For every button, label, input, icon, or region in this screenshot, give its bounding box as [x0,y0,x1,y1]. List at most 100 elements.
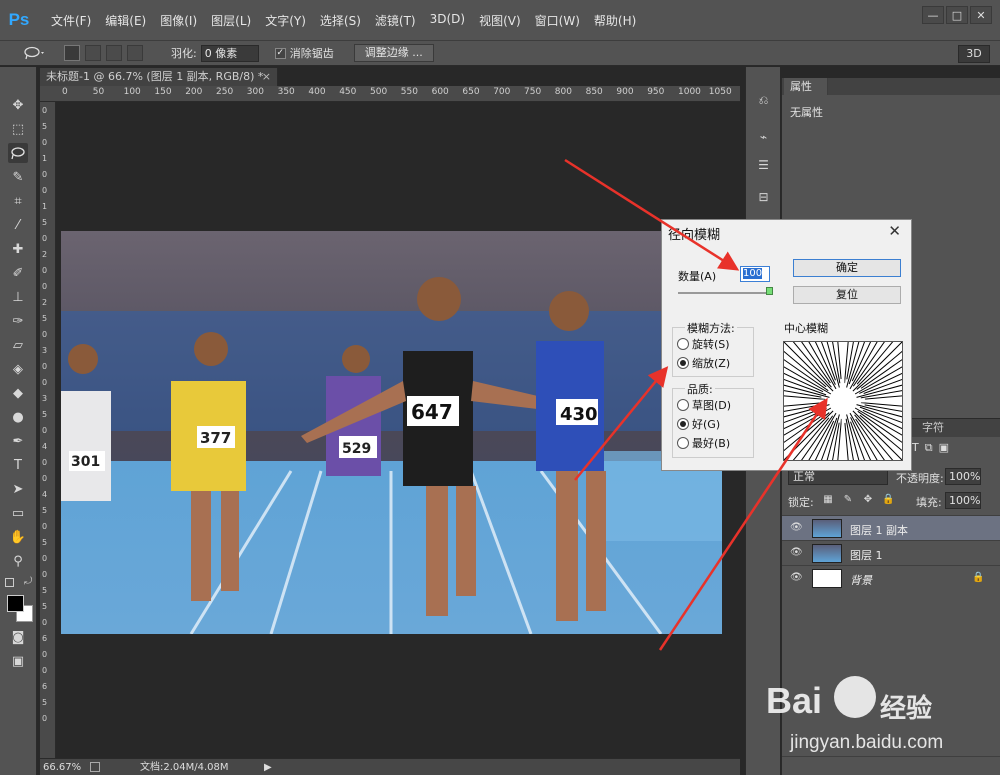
eraser-tool-icon[interactable]: ▱ [8,335,28,355]
lasso-tool-icon[interactable] [8,143,28,163]
blur-center-preview[interactable] [753,311,933,491]
menu-3d[interactable]: 3D(D) [423,12,472,29]
healing-brush-icon[interactable]: ✚ [8,239,28,259]
menu-file[interactable]: 文件(F) [44,12,98,29]
radio-good[interactable]: 好(G) [677,416,720,432]
lock-transparent-icon[interactable]: ▦ [822,494,834,506]
opacity-input[interactable]: 100% [945,468,981,485]
ruler-tick: 650 [462,87,480,97]
radio-spin-icon[interactable] [677,338,689,350]
status-icon[interactable] [90,762,100,772]
reset-button[interactable]: 复位 [793,286,901,304]
shape-tool-icon[interactable]: ▭ [8,503,28,523]
menu-select[interactable]: 选择(S) [313,12,368,29]
menu-window[interactable]: 窗口(W) [528,12,587,29]
amount-slider-thumb[interactable] [766,287,773,295]
document-size: 文档:2.04M/4.08M [140,762,229,773]
zoom-tool-icon[interactable]: ⚲ [8,551,28,571]
menu-layer[interactable]: 图层(L) [204,12,258,29]
radio-zoom[interactable]: 缩放(Z) [677,355,730,371]
status-menu-arrow[interactable]: ▶ [264,759,272,775]
ruler-tick: 800 [554,87,572,97]
eye-icon[interactable]: 👁 [790,572,804,584]
lasso-preset-icon[interactable] [22,44,46,62]
radio-best-icon[interactable] [677,437,689,449]
refine-edge-button[interactable]: 调整边缘 ... [353,44,434,62]
document-photo[interactable]: 301 377 529 647 430 [61,231,722,634]
tab-close-icon[interactable]: × [262,68,271,86]
background-color-swatch[interactable] [7,595,24,612]
history-icon[interactable]: ⎌ [754,91,773,110]
fill-input[interactable]: 100% [945,492,981,509]
path-select-icon[interactable]: ➤ [8,479,28,499]
quick-mask-icon[interactable]: ◙ [8,627,28,647]
radio-spin[interactable]: 旋转(S) [677,336,730,352]
vruler-tick: 0 [42,522,48,531]
properties-tab[interactable]: 属性 [784,78,828,95]
lock-position-icon[interactable]: ✥ [862,494,874,506]
stamp-tool-icon[interactable]: ⊥ [8,287,28,307]
quick-select-tool-icon[interactable]: ✎ [8,167,28,187]
pen-tool-icon[interactable]: ✒ [8,431,28,451]
antialias-checkbox[interactable]: ✓ [274,47,286,59]
eyedropper-tool-icon[interactable]: ⁄ [8,215,28,235]
eye-icon[interactable]: 👁 [790,522,804,534]
vruler-tick: 2 [42,298,48,307]
blur-tool-icon[interactable]: ◆ [8,383,28,403]
brush-tool-icon[interactable]: ✐ [8,263,28,283]
vruler-tick: 0 [42,650,48,659]
screen-mode-icon[interactable]: ▣ [8,651,28,671]
menu-help[interactable]: 帮助(H) [587,12,643,29]
marquee-tool-icon[interactable]: ⬚ [8,119,28,139]
layer-row[interactable]: 👁 背景 🔒 [782,565,1000,590]
radio-good-icon[interactable] [677,418,689,430]
brush-presets-icon[interactable]: ⌁ [754,127,773,146]
dodge-tool-icon[interactable]: ● [8,407,28,427]
maximize-button[interactable]: □ [946,6,968,24]
menu-edit[interactable]: 编辑(E) [98,12,153,29]
layer-filter-icons: T⧉▣ [912,441,955,454]
zoom-level[interactable]: 66.67% [43,759,81,775]
layer-row[interactable]: 👁 图层 1 副本 [782,515,1000,540]
lock-all-icon[interactable]: 🔒 [882,494,894,506]
lock-pixels-icon[interactable]: ✎ [842,494,854,506]
radio-best[interactable]: 最好(B) [677,435,730,451]
feather-input[interactable]: 0 像素 [200,44,259,62]
ok-button[interactable]: 确定 [793,259,901,277]
dialog-close-icon[interactable]: ✕ [888,222,901,240]
character-tab[interactable]: 字符 [922,419,944,437]
menu-filter[interactable]: 滤镜(T) [368,12,423,29]
history-brush-icon[interactable]: ✑ [8,311,28,331]
radio-draft-icon[interactable] [677,399,689,411]
menu-view[interactable]: 视图(V) [472,12,528,29]
photoshop-logo: Ps [8,10,30,29]
radio-draft[interactable]: 草图(D) [677,397,731,413]
subtract-selection-icon[interactable] [106,45,122,61]
vruler-tick: 0 [42,554,48,563]
intersect-selection-icon[interactable] [127,45,143,61]
vruler-tick: 0 [42,378,48,387]
vruler-tick: 0 [42,618,48,627]
hand-tool-icon[interactable]: ✋ [8,527,28,547]
type-tool-icon[interactable]: T [8,455,28,475]
minimize-button[interactable]: — [922,6,944,24]
layer-row[interactable]: 👁 图层 1 [782,540,1000,565]
crop-tool-icon[interactable]: ⌗ [8,191,28,211]
adjustments-icon[interactable]: ☰ [754,155,773,174]
add-selection-icon[interactable] [85,45,101,61]
paint-bucket-icon[interactable]: ◈ [8,359,28,379]
paragraph-icon[interactable]: ⊟ [754,187,773,206]
menu-type[interactable]: 文字(Y) [258,12,313,29]
swap-colors-icon[interactable]: ⤾ [24,576,32,587]
default-colors-icon[interactable] [5,578,14,587]
amount-input[interactable]: 100 [740,266,770,282]
document-tab[interactable]: 未标题-1 @ 66.7% (图层 1 副本, RGB/8) * × [40,68,278,86]
menu-image[interactable]: 图像(I) [153,12,204,29]
new-selection-icon[interactable] [64,45,80,61]
radio-zoom-icon[interactable] [677,357,689,369]
move-tool-icon[interactable]: ✥ [8,95,28,115]
close-button[interactable]: ✕ [970,6,992,24]
amount-slider[interactable] [678,292,770,294]
eye-icon[interactable]: 👁 [790,547,804,559]
workspace-3d-button[interactable]: 3D [958,45,990,63]
